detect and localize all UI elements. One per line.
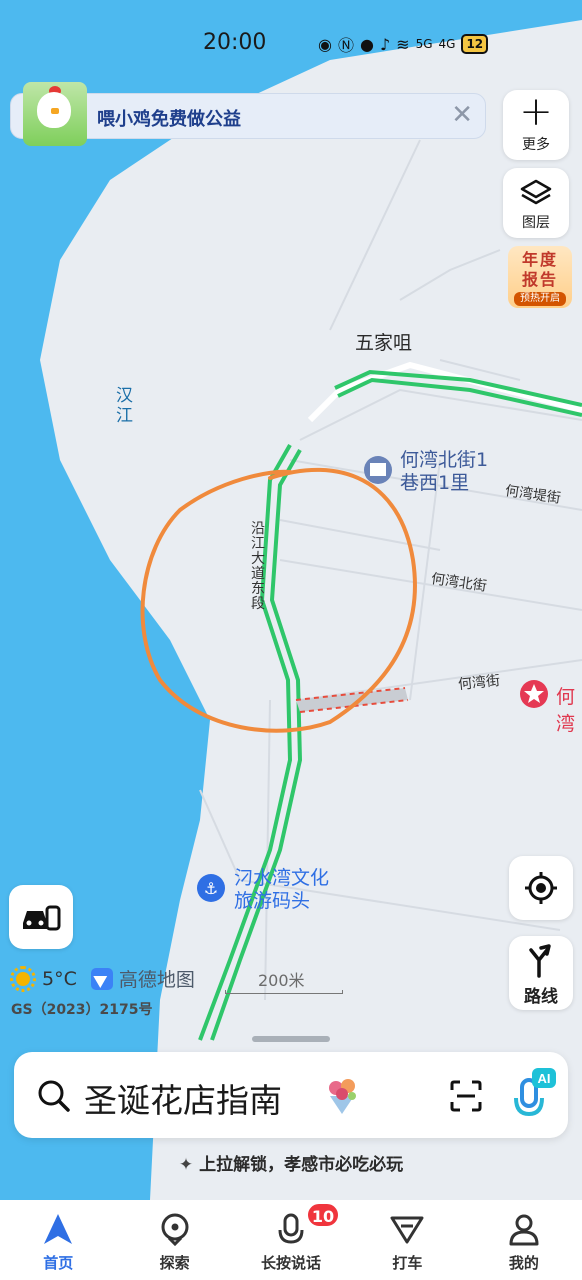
map-poi-red[interactable]: 何湾 bbox=[556, 682, 582, 736]
poi-dock-line2: 旅游码头 bbox=[234, 890, 311, 912]
poi-1-line2: 巷西1里 bbox=[400, 472, 470, 494]
svg-text:AI: AI bbox=[538, 1071, 551, 1086]
route-label: 路线 bbox=[524, 987, 558, 1007]
banner-text: 喂小鸡免费做公益 bbox=[97, 109, 241, 130]
status-time: 20:00 bbox=[203, 30, 267, 55]
nfc-icon: Ⓝ bbox=[337, 36, 354, 55]
tab-taxi[interactable]: 打车 bbox=[349, 1200, 465, 1280]
poi-1-line1: 何湾北街1 bbox=[400, 449, 489, 471]
svg-text:⚓: ⚓ bbox=[204, 879, 218, 898]
tab-voice-label: 长按说话 bbox=[261, 1254, 322, 1272]
wifi-icon: ≋ bbox=[396, 34, 410, 54]
crosshair-icon bbox=[525, 872, 557, 904]
signal-5g-icon: 5G bbox=[415, 37, 433, 51]
hint-text: 上拉解锁，孝感市必吃必玩 bbox=[199, 1155, 404, 1175]
tab-me-label: 我的 bbox=[508, 1254, 539, 1272]
drawer-handle[interactable] bbox=[252, 1036, 330, 1042]
battery-icon: 12 bbox=[461, 34, 489, 54]
amap-logo-icon bbox=[90, 967, 113, 990]
eye-icon: ◉ bbox=[318, 34, 332, 54]
annual-report-button[interactable]: 年度 报告 预热开启 bbox=[508, 246, 572, 308]
map-label-area: 五家咀 bbox=[355, 332, 413, 354]
map-label-road-main: 沿江大道东段 bbox=[251, 521, 265, 612]
tab-taxi-label: 打车 bbox=[392, 1254, 423, 1272]
signal-4g-icon: 4G bbox=[438, 37, 456, 51]
tab-home[interactable]: 首页 bbox=[0, 1200, 116, 1280]
location-icon: ● bbox=[359, 34, 374, 54]
map-canvas[interactable]: ⚓ bbox=[0, 0, 582, 1200]
microphone-icon bbox=[278, 1213, 304, 1244]
scan-icon[interactable] bbox=[450, 1080, 482, 1112]
map-poi-1[interactable]: 何湾北街1 巷西1里 bbox=[400, 449, 488, 495]
locate-button[interactable] bbox=[509, 856, 573, 920]
layers-icon bbox=[520, 179, 552, 205]
chicken-image bbox=[23, 82, 87, 146]
annual-badge: 预热开启 bbox=[514, 292, 566, 306]
map-poi-dock[interactable]: 汈水湾文化 旅游码头 bbox=[234, 867, 329, 913]
bouquet-icon bbox=[329, 1079, 356, 1114]
sun-icon bbox=[10, 965, 36, 992]
tab-home-label: 首页 bbox=[43, 1254, 74, 1272]
tab-explore[interactable]: 探索 bbox=[116, 1200, 232, 1280]
route-button[interactable]: 路线 bbox=[509, 936, 573, 1010]
sparkle-icon: ✦ bbox=[178, 1155, 194, 1175]
layers-label: 图层 bbox=[522, 215, 550, 231]
map-license: GS（2023）2175号 bbox=[11, 1002, 153, 1018]
bottom-nav: 首页 探索 长按说话 打车 我的 bbox=[0, 1200, 582, 1280]
brand-name: 高德地图 bbox=[118, 969, 195, 991]
promo-banner[interactable]: 喂小鸡免费做公益 ✕ bbox=[10, 82, 486, 146]
ai-voice-icon[interactable]: AI bbox=[512, 1068, 556, 1120]
traffic-car-button[interactable] bbox=[9, 885, 73, 949]
weather-row[interactable]: 5°C 高德地图 bbox=[10, 965, 195, 992]
annual-line1: 年度 bbox=[521, 250, 558, 269]
pin-icon bbox=[161, 1213, 189, 1247]
plus-icon: + bbox=[519, 89, 553, 135]
more-button[interactable]: + 更多 bbox=[503, 90, 569, 160]
scale-bar bbox=[225, 990, 343, 994]
search-query[interactable]: 圣诞花店指南 bbox=[84, 1074, 282, 1122]
status-icons: ◉ Ⓝ ● ♪ ≋ 5G 4G 12 bbox=[318, 32, 489, 56]
annual-line2: 报告 bbox=[521, 270, 558, 289]
tab-me[interactable]: 我的 bbox=[466, 1200, 582, 1280]
temperature: 5°C bbox=[42, 967, 77, 990]
car-icon bbox=[23, 905, 61, 931]
voice-badge: 10 bbox=[306, 1202, 340, 1228]
map-label-river: 汉 江 bbox=[116, 386, 133, 426]
search-bar[interactable]: 圣诞花店指南 AI bbox=[14, 1052, 568, 1138]
more-label: 更多 bbox=[522, 137, 550, 153]
layers-button[interactable]: 图层 bbox=[503, 168, 569, 238]
tab-explore-label: 探索 bbox=[159, 1254, 190, 1272]
scale-label: 200米 bbox=[258, 971, 305, 990]
search-icon bbox=[38, 1080, 70, 1112]
mic-icon: ♪ bbox=[379, 34, 391, 54]
poi-dock-line1: 汈水湾文化 bbox=[234, 867, 330, 889]
close-icon[interactable]: ✕ bbox=[451, 100, 473, 130]
person-icon bbox=[509, 1214, 539, 1246]
navigation-arrow-icon bbox=[44, 1214, 73, 1244]
route-icon bbox=[529, 944, 551, 978]
status-bar: 20:00 ◉ Ⓝ ● ♪ ≋ 5G 4G 12 bbox=[0, 0, 582, 86]
taxi-icon bbox=[390, 1216, 424, 1244]
pull-up-hint[interactable]: ✦ 上拉解锁，孝感市必吃必玩 bbox=[0, 1150, 582, 1175]
